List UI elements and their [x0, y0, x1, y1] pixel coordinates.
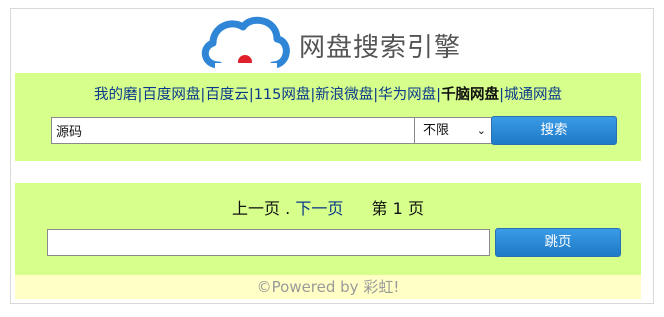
pagination: 上一页 . 下一页 第 1 页 — [15, 195, 641, 219]
disk-nav: 我的磨|百度网盘|百度云|115网盘|新浪微盘|华为网盘|千脑网盘|城通网盘 — [15, 83, 641, 104]
page-number: 1 — [392, 199, 403, 218]
jump-button[interactable]: 跳页 — [495, 228, 621, 257]
nav-item-qiannao-pan[interactable]: 千脑网盘 — [441, 87, 499, 103]
footer: ©Powered by 彩虹! — [15, 275, 641, 299]
search-button[interactable]: 搜索 — [491, 116, 617, 145]
nav-item-chengtong-pan[interactable]: 城通网盘 — [504, 87, 562, 103]
prev-page-link[interactable]: 上一页 — [232, 199, 280, 218]
nav-item-huawei-pan[interactable]: 华为网盘 — [378, 87, 436, 103]
site-title: 网盘搜索引擎 — [299, 33, 462, 63]
nav-item-wodemo[interactable]: 我的磨 — [94, 87, 138, 103]
nav-item-baidu-pan[interactable]: 百度网盘 — [142, 87, 200, 103]
nav-item-sina-vdisk[interactable]: 新浪微盘 — [315, 87, 373, 103]
jump-page-input[interactable] — [47, 229, 490, 256]
nav-item-115-pan[interactable]: 115网盘 — [254, 87, 311, 103]
page-frame: 网盘搜索引擎 我的磨|百度网盘|百度云|115网盘|新浪微盘|华为网盘|千脑网盘… — [10, 8, 654, 304]
next-page-link[interactable]: 下一页 — [295, 199, 343, 218]
header: 网盘搜索引擎 — [11, 9, 653, 73]
search-input[interactable] — [51, 117, 415, 144]
filter-select[interactable]: 不限 ⌄ — [415, 117, 493, 144]
page-suffix: 页 — [407, 199, 424, 218]
filter-select-value: 不限 — [423, 123, 450, 138]
page-prefix: 第 — [371, 199, 388, 218]
pager-dot: . — [285, 199, 291, 218]
nav-item-baidu-cloud[interactable]: 百度云 — [205, 87, 249, 103]
cloud-logo-icon — [201, 16, 290, 71]
chevron-down-icon: ⌄ — [476, 124, 486, 137]
pager-panel: 上一页 . 下一页 第 1 页 跳页 — [15, 183, 641, 275]
search-panel: 我的磨|百度网盘|百度云|115网盘|新浪微盘|华为网盘|千脑网盘|城通网盘 不… — [15, 73, 641, 161]
